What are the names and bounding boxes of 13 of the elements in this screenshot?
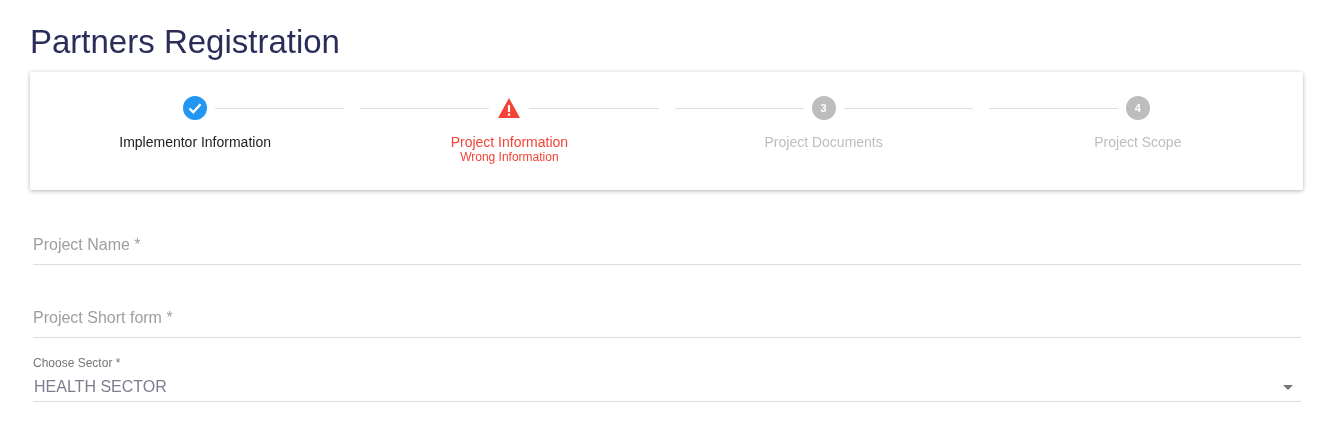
step-label[interactable]: Project Scope [1094, 134, 1182, 150]
input-field[interactable]: Project Name * [33, 236, 1301, 265]
field-label: Choose Sector * [33, 356, 122, 370]
step-number[interactable]: 3 [811, 96, 836, 120]
caret-icon [1283, 384, 1293, 390]
step-label[interactable]: Project Information [450, 134, 569, 150]
input-field[interactable]: Project Short form * [33, 309, 1301, 338]
page-title: Partners Registration [30, 22, 341, 62]
step-number[interactable]: 4 [1125, 96, 1150, 120]
step-error-text: Wrong Information [460, 150, 559, 164]
step-label[interactable]: Implementor Information [119, 134, 271, 150]
step-label[interactable]: Project Documents [764, 134, 883, 150]
select-field[interactable]: HEALTH SECTOR [33, 370, 1301, 402]
